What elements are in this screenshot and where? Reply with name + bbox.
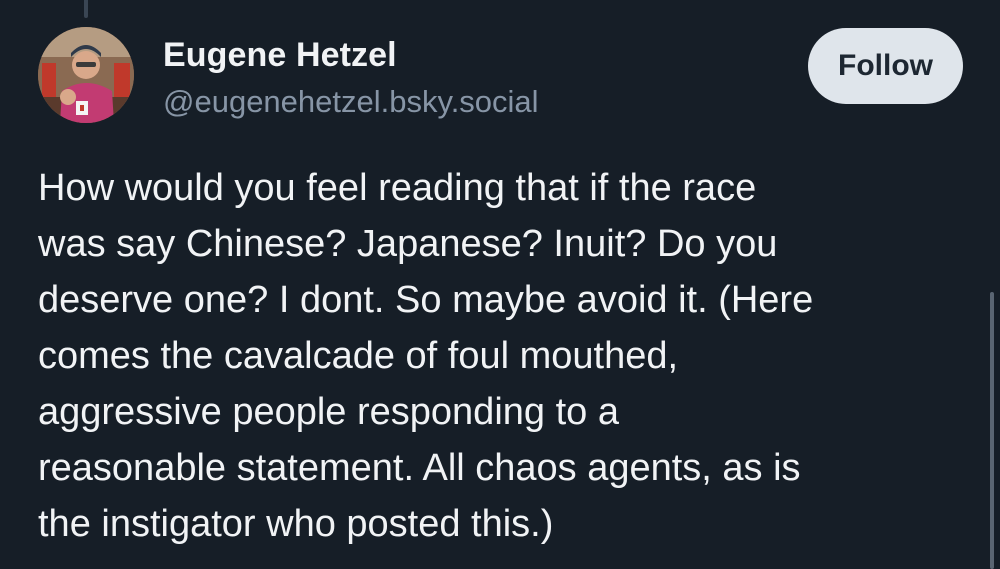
scrollbar[interactable] — [990, 292, 994, 569]
post-body-line: the instigator who posted this.) — [38, 503, 554, 545]
follow-button[interactable]: Follow — [808, 28, 963, 104]
post-body-line: deserve one? I dont. So maybe avoid it. … — [38, 279, 814, 321]
post-body-line: reasonable statement. All chaos agents, … — [38, 447, 801, 489]
post-body-line: aggressive people responding to a — [38, 391, 619, 433]
author-display-name[interactable]: Eugene Hetzel — [163, 36, 397, 75]
post-body-line: comes the cavalcade of foul mouthed, — [38, 335, 679, 377]
avatar-photo-icon — [38, 27, 134, 123]
post-body: How would you feel reading that if the r… — [38, 160, 968, 552]
post-body-line: How would you feel reading that if the r… — [38, 167, 757, 209]
avatar[interactable] — [38, 27, 134, 123]
thread-connector-line — [84, 0, 88, 18]
post-body-line: was say Chinese? Japanese? Inuit? Do you — [38, 223, 778, 265]
author-handle[interactable]: @eugenehetzel.bsky.social — [163, 84, 539, 120]
